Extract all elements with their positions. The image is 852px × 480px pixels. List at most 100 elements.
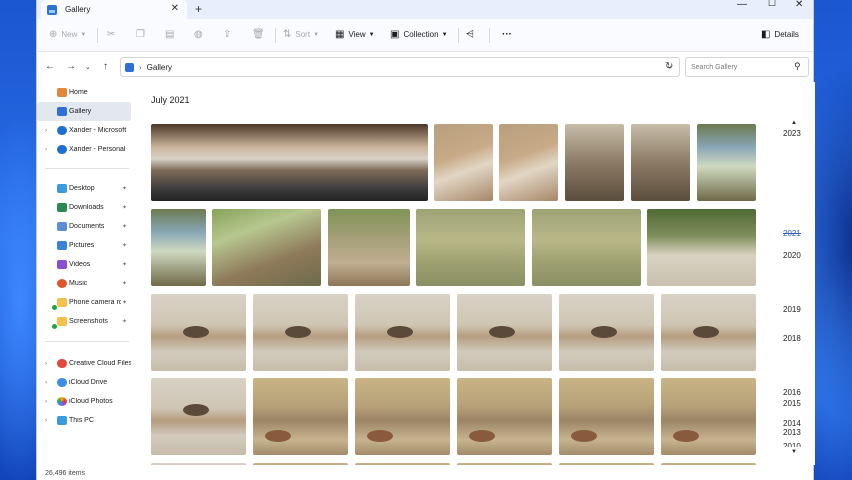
photo-thumbnail[interactable] (151, 294, 246, 371)
photo-thumbnail[interactable] (457, 378, 552, 455)
pin-icon: ✦ (122, 300, 128, 306)
timeline-year[interactable]: 2015 (783, 399, 801, 408)
collection-button[interactable]: ▣ Collection ▼ (390, 29, 448, 40)
breadcrumb[interactable]: Gallery (147, 63, 172, 72)
music-icon (57, 279, 67, 288)
photo-thumbnail[interactable] (661, 378, 756, 455)
sidebar-item-onedrive-personal[interactable]: › Xander - Personal (37, 140, 131, 159)
expand-chevron-icon[interactable]: › (45, 128, 47, 134)
search-icon[interactable]: ⚲ (794, 61, 801, 72)
expand-chevron-icon[interactable]: › (45, 361, 47, 367)
photo-thumbnail[interactable] (355, 294, 450, 371)
view-button[interactable]: ▦ View ▼ (335, 29, 375, 40)
photo-thumbnail[interactable] (212, 209, 321, 286)
sidebar-item-videos[interactable]: Videos ✦ (37, 255, 131, 274)
pin-icon: ✦ (122, 243, 128, 249)
timeline-year[interactable]: 2013 (783, 428, 801, 437)
title-bar: Gallery ✕ + — ☐ ✕ (37, 0, 813, 19)
photo-thumbnail[interactable] (151, 378, 246, 455)
expand-chevron-icon[interactable]: › (45, 380, 47, 386)
item-count: 26,496 items (45, 470, 86, 477)
photo-thumbnail[interactable] (328, 209, 410, 286)
photo-thumbnail[interactable] (697, 124, 756, 201)
sidebar-item-icloud-photos[interactable]: › iCloud Photos (37, 392, 131, 411)
search-placeholder: Search Gallery (691, 63, 738, 71)
photo-thumbnail[interactable] (457, 294, 552, 371)
new-tab-icon[interactable]: + (195, 2, 202, 16)
photo-thumbnail[interactable] (565, 124, 624, 201)
expand-chevron-icon[interactable]: › (45, 418, 47, 424)
photo-thumbnail[interactable] (631, 124, 690, 201)
paste-icon[interactable]: ▤ (165, 29, 178, 40)
timeline-year[interactable]: 2014 (783, 419, 801, 428)
photo-thumbnail[interactable] (532, 209, 641, 286)
details-button[interactable]: ◧ Details (761, 29, 799, 40)
recent-locations-icon[interactable]: ⌄ (85, 63, 91, 71)
sidebar-item-home[interactable]: Home (37, 83, 131, 102)
address-bar[interactable]: › Gallery ⌄ (120, 57, 680, 77)
sidebar-item-desktop[interactable]: Desktop ✦ (37, 179, 131, 198)
up-icon[interactable]: ↑ (103, 61, 108, 72)
timeline-year[interactable]: 2019 (783, 305, 801, 314)
search-input[interactable]: Search Gallery ⚲ (685, 57, 809, 77)
scroll-down-icon[interactable]: ▼ (791, 449, 797, 455)
sidebar-item-music[interactable]: Music ✦ (37, 274, 131, 293)
pin-icon: ✦ (122, 224, 128, 230)
refresh-icon[interactable]: ↻ (665, 61, 673, 72)
desktop-icon (57, 184, 67, 193)
cut-icon[interactable]: ✂ (107, 29, 119, 40)
pin-icon: ✦ (122, 186, 128, 192)
timeline-year[interactable]: 2020 (783, 251, 801, 260)
maximize-icon[interactable]: ☐ (768, 0, 776, 9)
sidebar-item-creative-cloud[interactable]: › Creative Cloud Files (37, 354, 131, 373)
photo-thumbnail[interactable] (647, 209, 756, 286)
more-options-icon[interactable]: ··· (502, 29, 516, 40)
photo-thumbnail[interactable] (253, 294, 348, 371)
expand-chevron-icon[interactable]: › (45, 399, 47, 405)
sort-button[interactable]: ⇅ Sort ▼ (283, 29, 319, 40)
photo-thumbnail[interactable] (151, 124, 428, 201)
share-icon[interactable]: ⇪ (223, 29, 235, 40)
photo-thumbnail[interactable] (416, 209, 525, 286)
scroll-up-icon[interactable]: ▲ (791, 120, 797, 126)
sidebar-item-screenshots[interactable]: Screenshots ✦ (37, 312, 131, 331)
expand-chevron-icon[interactable]: › (45, 147, 47, 153)
new-button[interactable]: ⊕ New ▼ (49, 29, 86, 40)
folder-icon (57, 298, 67, 307)
timeline-year[interactable]: 2023 (783, 129, 801, 138)
delete-icon[interactable]: 🗑 (252, 29, 269, 40)
sidebar-item-pictures[interactable]: Pictures ✦ (37, 236, 131, 255)
rename-icon[interactable]: ◍ (194, 29, 207, 40)
sidebar-item-this-pc[interactable]: › This PC (37, 411, 131, 430)
photo-thumbnail[interactable] (559, 378, 654, 455)
filter-icon[interactable]: ⩤ (466, 29, 478, 40)
forward-icon[interactable]: → (66, 61, 76, 72)
sidebar-item-documents[interactable]: Documents ✦ (37, 217, 131, 236)
photo-thumbnail[interactable] (151, 209, 206, 286)
sidebar-item-phone-camera-roll[interactable]: Phone camera roll ✦ (37, 293, 131, 312)
close-tab-icon[interactable]: ✕ (171, 3, 179, 14)
close-window-icon[interactable]: ✕ (795, 0, 803, 10)
photo-thumbnail[interactable] (434, 124, 493, 201)
timeline-year[interactable]: 2010 (783, 442, 801, 447)
sidebar-item-downloads[interactable]: Downloads ✦ (37, 198, 131, 217)
sidebar-item-onedrive-microsoft[interactable]: › Xander - Microsoft (37, 121, 131, 140)
back-icon[interactable]: ← (45, 61, 55, 72)
photo-thumbnail[interactable] (661, 294, 756, 371)
pc-icon (57, 416, 67, 425)
copy-icon[interactable]: ❐ (136, 29, 149, 40)
cloud-icon (57, 145, 67, 154)
photo-thumbnail[interactable] (253, 378, 348, 455)
minimize-icon[interactable]: — (737, 0, 747, 10)
photo-thumbnail[interactable] (355, 378, 450, 455)
timeline-year[interactable]: 2016 (783, 388, 801, 397)
sidebar-item-icloud-drive[interactable]: › iCloud Drive (37, 373, 131, 392)
timeline-year-selected[interactable]: 2021 (783, 229, 801, 238)
photo-thumbnail[interactable] (559, 294, 654, 371)
sort-label: Sort (295, 30, 311, 39)
documents-icon (57, 222, 67, 231)
photo-thumbnail[interactable] (499, 124, 558, 201)
timeline-year[interactable]: 2018 (783, 334, 801, 343)
sidebar-item-gallery[interactable]: Gallery (37, 102, 131, 121)
tab-gallery[interactable]: Gallery ✕ (41, 0, 187, 19)
